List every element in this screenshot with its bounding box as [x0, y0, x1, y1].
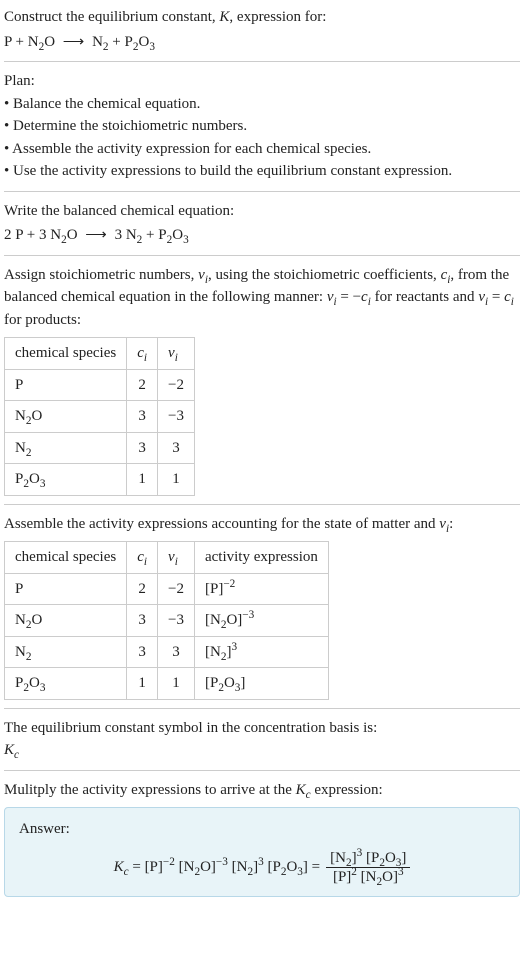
- assign-section: Assign stoichiometric numbers, νi, using…: [4, 264, 520, 496]
- fraction: [N2]3 [P2O3] [P]2 [N2O]3: [326, 849, 410, 886]
- unbalanced-equation: P + N2O ⟶ N2 + P2O3: [4, 31, 520, 54]
- col-species: chemical species: [5, 338, 127, 370]
- stoichiometry-table: chemical species ci νi P 2 −2 N2O 3 −3 N…: [4, 337, 195, 496]
- col-nui: νi: [158, 542, 195, 574]
- table-header-row: chemical species ci νi: [5, 338, 195, 370]
- multiply-text: Mulitply the activity expressions to arr…: [4, 779, 520, 802]
- table-row: P2O3 1 1 [P2O3]: [5, 668, 329, 700]
- table-row: N2O 3 −3: [5, 401, 195, 433]
- plan-bullet-2: • Determine the stoichiometric numbers.: [4, 115, 520, 138]
- table-header-row: chemical species ci νi activity expressi…: [5, 542, 329, 574]
- col-ci: ci: [127, 542, 158, 574]
- divider: [4, 504, 520, 505]
- plan-bullet-3: • Assemble the activity expression for e…: [4, 138, 520, 161]
- plan-title: Plan:: [4, 70, 520, 93]
- activity-table: chemical species ci νi activity expressi…: [4, 541, 329, 700]
- balanced-title: Write the balanced chemical equation:: [4, 200, 520, 223]
- intro-line1b: , expression for:: [229, 9, 326, 25]
- col-species: chemical species: [5, 542, 127, 574]
- balanced-section: Write the balanced chemical equation: 2 …: [4, 200, 520, 247]
- balanced-equation: 2 P + 3 N2O ⟶ 3 N2 + P2O3: [4, 224, 520, 247]
- answer-box: Answer: Kc = [P]−2 [N2O]−3 [N2]3 [P2O3] …: [4, 807, 520, 897]
- intro-text: Construct the equilibrium constant, K, e…: [4, 6, 520, 29]
- fraction-denominator: [P]2 [N2O]3: [329, 868, 408, 886]
- table-row: N2 3 3 [N2]3: [5, 636, 329, 668]
- symbol-text: The equilibrium constant symbol in the c…: [4, 717, 520, 740]
- fraction-numerator: [N2]3 [P2O3]: [326, 849, 410, 867]
- plan-bullet-4: • Use the activity expressions to build …: [4, 160, 520, 183]
- divider: [4, 255, 520, 256]
- multiply-section: Mulitply the activity expressions to arr…: [4, 779, 520, 897]
- arrow-icon: ⟶: [63, 31, 85, 54]
- col-activity: activity expression: [194, 542, 328, 574]
- table-row: P 2 −2: [5, 369, 195, 401]
- table-row: P2O3 1 1: [5, 464, 195, 496]
- k-var: K: [219, 9, 229, 25]
- kc-expression: Kc = [P]−2 [N2O]−3 [N2]3 [P2O3] = [N2]3 …: [19, 849, 505, 886]
- divider: [4, 61, 520, 62]
- divider: [4, 708, 520, 709]
- col-ci: ci: [127, 338, 158, 370]
- assign-text: Assign stoichiometric numbers, νi, using…: [4, 264, 520, 332]
- arrow-icon: ⟶: [85, 224, 107, 247]
- kc-symbol: Kc: [4, 739, 520, 762]
- intro-section: Construct the equilibrium constant, K, e…: [4, 6, 520, 53]
- divider: [4, 770, 520, 771]
- plan-bullet-1: • Balance the chemical equation.: [4, 93, 520, 116]
- assemble-text: Assemble the activity expressions accoun…: [4, 513, 520, 536]
- intro-line1: Construct the equilibrium constant,: [4, 9, 219, 25]
- col-nui: νi: [158, 338, 195, 370]
- answer-label: Answer:: [19, 818, 505, 841]
- table-row: P 2 −2 [P]−2: [5, 573, 329, 605]
- plan-section: Plan: • Balance the chemical equation. •…: [4, 70, 520, 183]
- table-row: N2O 3 −3 [N2O]−3: [5, 605, 329, 637]
- assemble-section: Assemble the activity expressions accoun…: [4, 513, 520, 700]
- table-row: N2 3 3: [5, 432, 195, 464]
- symbol-section: The equilibrium constant symbol in the c…: [4, 717, 520, 762]
- divider: [4, 191, 520, 192]
